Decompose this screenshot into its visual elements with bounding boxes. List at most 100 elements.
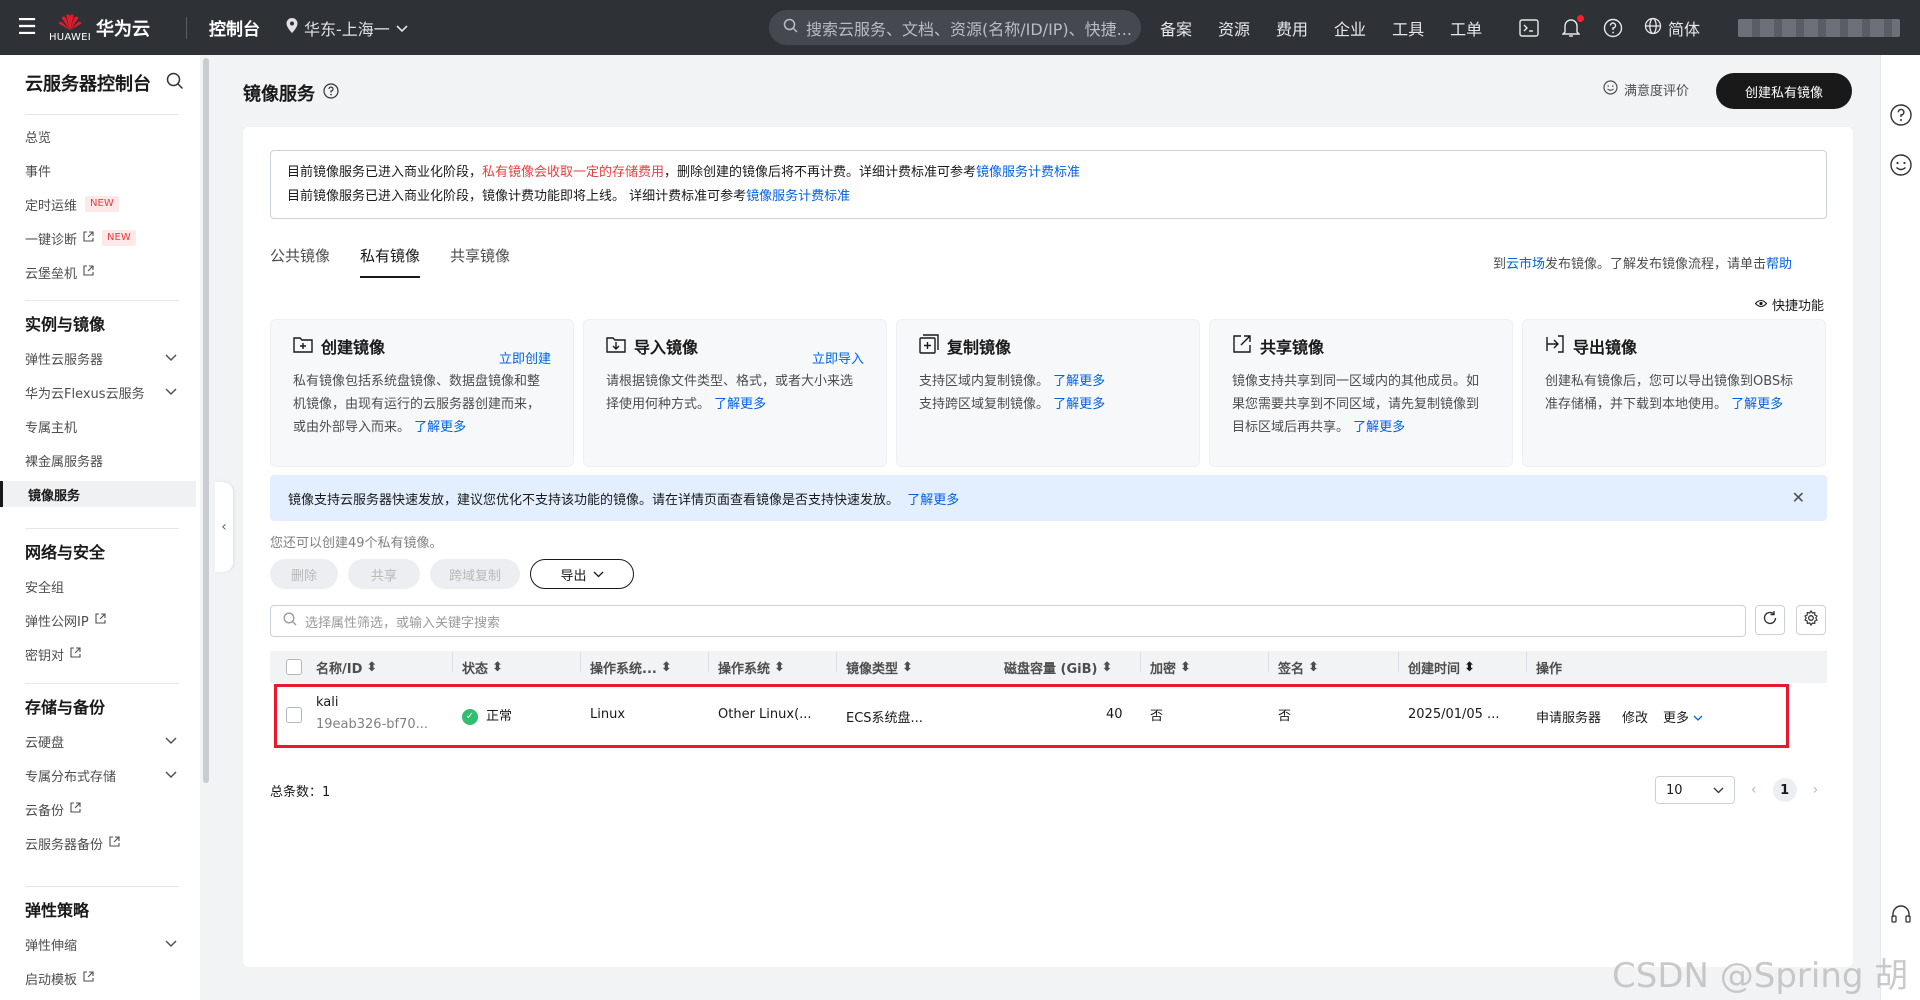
prev-page-icon[interactable]: ‹ [1751, 782, 1757, 798]
marketplace-link[interactable]: 云市场 [1506, 257, 1545, 272]
sidebar-item-autoscaling[interactable]: 弹性伸缩 [25, 931, 195, 957]
help-icon[interactable] [1602, 17, 1624, 39]
sidebar-item-keypair[interactable]: 密钥对 [25, 641, 195, 667]
create-now-link[interactable]: 立即创建 [499, 348, 551, 367]
export-dropdown-button[interactable]: 导出 [530, 559, 634, 589]
customer-service-headset-icon[interactable] [1889, 903, 1913, 927]
language-switcher[interactable]: 简体 [1644, 16, 1700, 40]
filter-icon[interactable]: ⬍ [1180, 660, 1191, 675]
sort-icon[interactable]: ⬍ [366, 660, 377, 675]
hamburger-menu-icon[interactable]: ☰ [0, 15, 54, 40]
help-link[interactable]: 帮助 [1766, 257, 1792, 272]
cross-region-copy-button[interactable]: 跨域复制 [430, 559, 520, 589]
filter-icon[interactable]: ⬍ [1308, 660, 1319, 675]
help-circle-icon[interactable] [323, 82, 339, 104]
sidebar-item-dedicated-host[interactable]: 专属主机 [25, 413, 195, 439]
card-description: 私有镜像包括系统盘镜像、数据盘镜像和整机镜像，由现有运行的云服务器创建而来，或由… [293, 370, 551, 439]
sidebar-collapse-toggle[interactable]: ‹ [215, 482, 233, 572]
region-selector[interactable]: 华东-上海一 [286, 16, 408, 40]
column-header-encrypted[interactable]: 加密 ⬍ [1140, 651, 1191, 677]
console-link[interactable]: 控制台 [209, 15, 260, 40]
select-all-checkbox[interactable] [286, 659, 302, 675]
filter-icon[interactable]: ⬍ [902, 660, 913, 675]
notification-bell-icon[interactable] [1560, 14, 1584, 39]
sidebar-item-security-group[interactable]: 安全组 [25, 573, 195, 599]
learn-more-link[interactable]: 了解更多 [1353, 420, 1405, 435]
user-account-blurred[interactable] [1738, 19, 1900, 37]
billing-standard-link[interactable]: 镜像服务计费标准 [746, 189, 850, 204]
feedback-smile-icon[interactable] [1889, 153, 1913, 177]
sidebar-item-server-backup[interactable]: 云服务器备份 [25, 830, 195, 856]
column-header-os[interactable]: 操作系统 ⬍ [708, 651, 785, 677]
sidebar-item-overview[interactable]: 总览 [25, 123, 195, 149]
sidebar-search-icon[interactable] [166, 72, 184, 94]
filter-icon[interactable]: ⬍ [492, 660, 503, 675]
nav-link-enterprise[interactable]: 企业 [1334, 16, 1366, 40]
quick-functions-toggle[interactable]: 快捷功能 [1754, 295, 1824, 314]
sidebar-item-scheduled-ops[interactable]: 定时运维 NEW [25, 191, 195, 217]
learn-more-link[interactable]: 了解更多 [414, 420, 466, 435]
sort-icon[interactable]: ⬍ [1101, 660, 1112, 675]
region-label: 华东-上海一 [304, 19, 390, 39]
filter-search-input[interactable]: 选择属性筛选，或输入关键字搜索 [270, 605, 1746, 637]
satisfaction-survey-link[interactable]: 满意度评价 [1603, 80, 1689, 99]
delete-button[interactable]: 删除 [270, 559, 338, 589]
billing-standard-link[interactable]: 镜像服务计费标准 [976, 165, 1080, 180]
learn-more-link[interactable]: 了解更多 [1731, 397, 1783, 412]
column-header-created-time[interactable]: 创建时间 ⬍ [1398, 651, 1475, 677]
learn-more-link[interactable]: 了解更多 [1053, 397, 1105, 412]
column-label: 状态 [462, 661, 489, 677]
sidebar-item-events[interactable]: 事件 [25, 157, 195, 183]
column-header-name[interactable]: 名称/ID ⬍ [316, 658, 377, 677]
column-header-status[interactable]: 状态 ⬍ [452, 651, 503, 677]
tab-private-images[interactable]: 私有镜像 [360, 245, 421, 278]
column-header-image-type[interactable]: 镜像类型 ⬍ [836, 651, 913, 677]
sidebar-scrollbar[interactable] [203, 58, 209, 783]
page-size-select[interactable]: 10 [1655, 776, 1735, 804]
search-icon [783, 18, 798, 37]
cloud-shell-icon[interactable] [1518, 17, 1540, 39]
close-icon[interactable]: ✕ [1792, 488, 1805, 507]
nav-link-filing[interactable]: 备案 [1160, 16, 1192, 40]
sidebar-item-ecs[interactable]: 弹性云服务器 [25, 345, 195, 371]
page-number-current[interactable]: 1 [1772, 778, 1797, 802]
sidebar-item-bare-metal[interactable]: 裸金属服务器 [25, 447, 195, 473]
card-title: 复制镜像 [947, 338, 1012, 357]
right-rail [1880, 55, 1920, 1000]
import-now-link[interactable]: 立即导入 [812, 348, 864, 367]
sidebar-item-cbr[interactable]: 云备份 [25, 796, 195, 822]
settings-button[interactable] [1796, 605, 1826, 635]
sidebar-item-image-service[interactable]: 镜像服务 [0, 481, 196, 507]
sidebar-item-diagnosis[interactable]: 一键诊断 NEW [25, 225, 195, 251]
sidebar-item-eip[interactable]: 弹性公网IP [25, 607, 195, 633]
nav-link-tools[interactable]: 工具 [1392, 16, 1424, 40]
global-search-input[interactable]: 搜索云服务、文档、资源(名称/ID/IP)、快捷... [769, 10, 1141, 45]
tab-shared-images[interactable]: 共享镜像 [450, 245, 510, 278]
learn-more-link[interactable]: 了解更多 [714, 397, 766, 412]
column-header-signed[interactable]: 签名 ⬍ [1268, 651, 1319, 677]
sidebar-item-evs[interactable]: 云硬盘 [25, 728, 195, 754]
refresh-button[interactable] [1755, 605, 1785, 635]
checkbox[interactable] [286, 659, 302, 675]
create-private-image-button[interactable]: 创建私有镜像 [1716, 73, 1852, 109]
learn-more-link[interactable]: 了解更多 [907, 489, 959, 508]
sidebar-item-launch-template[interactable]: 启动模板 [25, 965, 195, 991]
help-icon[interactable] [1889, 103, 1913, 127]
nav-link-billing[interactable]: 费用 [1276, 16, 1308, 40]
sidebar-item-flexus[interactable]: 华为云Flexus云服务 [25, 379, 195, 405]
nav-link-tickets[interactable]: 工单 [1450, 16, 1482, 40]
next-page-icon[interactable]: › [1813, 782, 1819, 798]
column-header-disk-capacity[interactable]: 磁盘容量 (GiB) ⬍ [1004, 658, 1112, 677]
sort-desc-icon[interactable]: ⬍ [1464, 660, 1475, 675]
column-header-os-type[interactable]: 操作系统... ⬍ [580, 651, 672, 677]
huawei-cloud-logo[interactable]: HUAWEI 华为云 [49, 13, 174, 43]
sort-icon[interactable]: ⬍ [774, 660, 785, 675]
tab-public-images[interactable]: 公共镜像 [270, 245, 330, 278]
filter-icon[interactable]: ⬍ [661, 660, 672, 675]
nav-link-resources[interactable]: 资源 [1218, 16, 1250, 40]
share-button[interactable]: 共享 [348, 559, 420, 589]
learn-more-link[interactable]: 了解更多 [1053, 374, 1105, 389]
sidebar-item-dss[interactable]: 专属分布式存储 [25, 762, 195, 788]
sidebar-item-bastion[interactable]: 云堡垒机 [25, 259, 195, 285]
sidebar-item-label: 弹性云服务器 [25, 352, 104, 368]
